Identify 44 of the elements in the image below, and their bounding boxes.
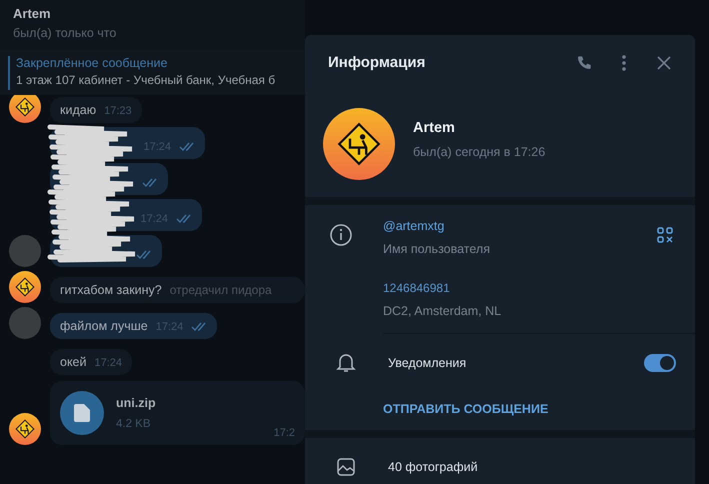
avatar (9, 95, 41, 123)
read-ticks-icon (176, 214, 192, 224)
message-text: гитхабом закину? (60, 283, 162, 297)
read-ticks-icon (136, 250, 152, 260)
avatar (9, 413, 41, 445)
message-time: 17:23 (104, 105, 132, 117)
notifications-toggle[interactable] (644, 354, 676, 372)
profile-status: был(а) сегодня в 17:26 (413, 145, 546, 159)
read-ticks-icon (179, 142, 195, 152)
pinned-message[interactable]: Закреплённое сообщение 1 этаж 107 кабинет - Учебный банк, Учебная б (0, 50, 305, 95)
file-icon[interactable] (60, 391, 104, 435)
message-time: 17:24 (94, 357, 122, 369)
message-text: окей (60, 355, 86, 369)
photo-icon (337, 458, 355, 476)
message-note: отредачил пидора (170, 283, 272, 297)
send-message-button[interactable]: ОТПРАВИТЬ СООБЩЕНИЕ (305, 392, 695, 426)
bell-icon (336, 352, 356, 374)
read-ticks-icon (142, 178, 158, 188)
file-name: uni.zip (116, 396, 156, 410)
avatar-placeholder (9, 235, 41, 267)
close-icon[interactable] (655, 54, 673, 72)
chat-title: Artem (13, 6, 52, 21)
notifications-label: Уведомления (387, 356, 468, 370)
pinned-text: 1 этаж 107 кабинет - Учебный банк, Учебная б (16, 73, 276, 87)
phone-icon[interactable] (575, 54, 593, 72)
profile-name: Artem (413, 120, 456, 136)
chat-status: был(а) только что (13, 26, 118, 40)
pinned-title: Закреплённое сообщение (16, 56, 168, 70)
avatar (323, 108, 395, 180)
user-id[interactable]: 1246846981 (383, 281, 657, 295)
media-count[interactable]: 40 фотографий (355, 460, 673, 474)
username-link[interactable]: @artemxtg (383, 219, 657, 233)
message-time: 17:2 (274, 427, 295, 439)
avatar (9, 271, 41, 303)
message-text: файлом лучше (60, 319, 148, 333)
message-text: кидаю (60, 103, 96, 117)
file-size: 4.2 KB (116, 418, 152, 430)
username-label: Имя пользователя (383, 242, 491, 256)
datacenter-label: DC2, Amsterdam, NL (383, 304, 502, 318)
qr-code-icon[interactable] (657, 227, 673, 243)
avatar-placeholder (9, 307, 41, 339)
read-ticks-icon (191, 322, 208, 332)
panel-title: Информация (328, 54, 426, 71)
info-icon (330, 224, 352, 246)
